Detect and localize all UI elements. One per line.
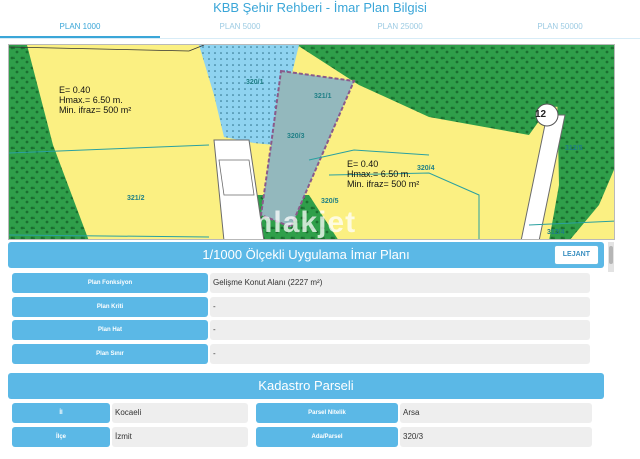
plan-row-label: Plan Sınır	[12, 344, 208, 364]
tab-plan-50000[interactable]: PLAN 50000	[480, 16, 640, 38]
parcel-label: 320/1	[246, 79, 264, 86]
plan-row-label: Plan Kriti	[12, 297, 208, 317]
tab-plan-1000[interactable]: PLAN 1000	[0, 16, 160, 38]
kadastro-row-label: Parsel Nitelik	[256, 403, 398, 423]
zone-right-info: E= 0.40 Hmax.= 6.50 m. Min. ifraz= 500 m…	[347, 159, 419, 189]
kadastro-row-label: İl	[12, 403, 110, 423]
plan-row-value: Gelişme Konut Alanı (2227 m²)	[210, 273, 590, 293]
zone-left-e: E= 0.40	[59, 85, 91, 95]
tab-plan-25000[interactable]: PLAN 25000	[320, 16, 480, 38]
parcel-label: 312/5	[565, 145, 583, 152]
zone-left-hmax: Hmax.= 6.50 m.	[59, 95, 123, 105]
kadastro-row-parsel-nitelik: Parsel Nitelik Arsa	[256, 403, 592, 423]
kadastro-row-ilce: İlçe İzmit	[12, 427, 248, 447]
plan-row-fonksiyon: Plan Fonksiyon Gelişme Konut Alanı (2227…	[12, 273, 590, 293]
kadastro-row-value: Arsa	[400, 403, 592, 423]
kadastro-row-value: Kocaeli	[112, 403, 248, 423]
kadastro-row-label: İlçe	[12, 427, 110, 447]
plan-tabs: PLAN 1000 PLAN 5000 PLAN 25000 PLAN 5000…	[0, 16, 640, 39]
zone-right-hmax: Hmax.= 6.50 m.	[347, 169, 411, 179]
zone-left-min-ifraz: Min. ifraz= 500 m²	[59, 105, 132, 115]
zone-left-info: E= 0.40 Hmax.= 6.50 m. Min. ifraz= 500 m…	[59, 85, 131, 115]
scrollbar-thumb[interactable]	[609, 246, 613, 264]
parcel-label: 321/1	[314, 93, 332, 100]
kadastro-row-value: İzmit	[112, 427, 248, 447]
plan-row-sinir: Plan Sınır -	[12, 344, 590, 364]
plan-row-value: -	[210, 344, 590, 364]
kadastro-section-header: Kadastro Parseli	[8, 373, 604, 399]
tab-plan-5000[interactable]: PLAN 5000	[160, 16, 320, 38]
watermark: emlakjet	[228, 206, 357, 239]
kadastro-row-ada-parsel: Ada/Parsel 320/3	[256, 427, 592, 447]
plan-row-label: Plan Fonksiyon	[12, 273, 208, 293]
kadastro-row-value: 320/3	[400, 427, 592, 447]
legend-button[interactable]: LEJANT	[554, 246, 598, 264]
kadastro-row-il: İl Kocaeli	[12, 403, 248, 423]
parcel-label: 321/2	[127, 195, 145, 202]
zone-right-min-ifraz: Min. ifraz= 500 m²	[347, 179, 420, 189]
plan-section-title: 1/1000 Ölçekli Uygulama İmar Planı	[202, 247, 410, 262]
plan-row-value: -	[210, 297, 590, 317]
plan-row-label: Plan Hat	[12, 320, 208, 340]
parcel-label: 320/4	[417, 165, 435, 172]
kadastro-row-label: Ada/Parsel	[256, 427, 398, 447]
plan-row-hat: Plan Hat -	[12, 320, 590, 340]
plan-row-kriti: Plan Kriti -	[12, 297, 590, 317]
plan-section-header: 1/1000 Ölçekli Uygulama İmar Planı LEJAN…	[8, 242, 604, 268]
parcel-label: 320/5	[321, 198, 339, 205]
zone-right-e: E= 0.40	[347, 159, 379, 169]
app-title: KBB Şehir Rehberi - İmar Plan Bilgisi	[213, 0, 427, 15]
parcel-label: 320/3	[287, 133, 305, 140]
road-number: 12	[535, 109, 547, 120]
kadastro-section-title: Kadastro Parseli	[258, 378, 354, 393]
parcel-label: 312/4	[547, 229, 565, 236]
plan-row-value: -	[210, 320, 590, 340]
